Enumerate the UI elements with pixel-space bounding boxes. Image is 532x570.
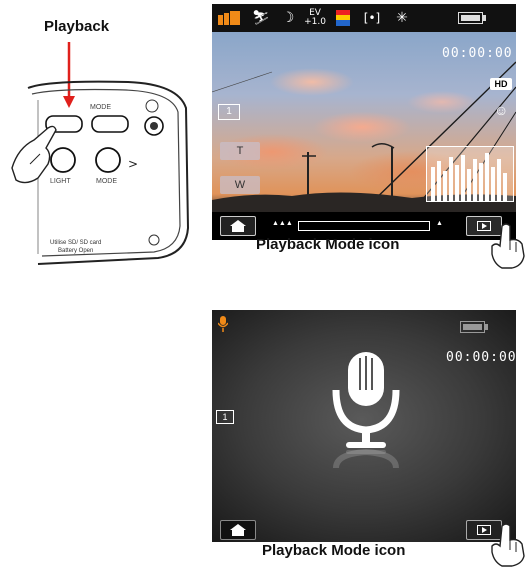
frame-badge-2: 1 xyxy=(216,410,234,424)
home-icon xyxy=(230,524,246,536)
status-bar: ⛷ ☽ EV +1.0 [•] ✳ xyxy=(212,4,516,32)
playback-mode-caption-1: Playback Mode icon xyxy=(256,236,400,253)
metering-icon: [•] xyxy=(363,11,381,25)
ev-icon: EV +1.0 xyxy=(304,9,326,27)
camera-mode-icon xyxy=(218,9,240,27)
svg-text:>: > xyxy=(128,157,138,171)
zoom-tele-button[interactable]: T xyxy=(220,142,260,160)
fine-print-2: Battery Open xyxy=(58,248,94,254)
home-button[interactable] xyxy=(220,216,256,236)
zoom-wide-button[interactable]: W xyxy=(220,176,260,194)
home-button-2[interactable] xyxy=(220,520,256,540)
fine-print-1: Utilise SD/ SD card xyxy=(50,240,102,246)
color-icon xyxy=(336,9,350,27)
zoom-tele-indicator: ▲ xyxy=(436,220,443,227)
light-text: LIGHT xyxy=(50,178,71,185)
histogram-icon xyxy=(426,146,514,202)
audio-mode-icon xyxy=(217,316,229,332)
hand-pointer-icon xyxy=(11,125,57,184)
battery-icon xyxy=(460,320,488,338)
hand-pointer-icon xyxy=(491,523,525,567)
audio-record-screen: 00:00:00 1 xyxy=(212,310,516,542)
light-button[interactable] xyxy=(50,147,76,173)
mode-button[interactable] xyxy=(91,115,129,133)
mode-round-button[interactable] xyxy=(95,147,121,173)
frame-badge-text: 1 xyxy=(226,106,232,117)
record-time-2: 00:00:00 xyxy=(446,350,516,365)
flash-icon: ✳ xyxy=(396,10,408,26)
microphone-icon xyxy=(332,352,400,469)
mode-text-2: MODE xyxy=(96,178,117,185)
playback-mode-caption-2: Playback Mode icon xyxy=(262,542,406,559)
frame-badge-2-text: 1 xyxy=(222,412,228,422)
zoom-slider[interactable] xyxy=(298,221,430,231)
hd-icon: HD xyxy=(490,78,512,90)
record-time: 00:00:00 xyxy=(442,46,513,61)
playback-label: Playback xyxy=(44,18,110,35)
ev-value: +1.0 xyxy=(304,17,326,27)
mode-text: MODE xyxy=(90,104,111,111)
face-detect-icon: ☺ xyxy=(494,102,509,118)
battery-icon xyxy=(458,9,486,27)
zoom-wide-indicator: ▲▲▲ xyxy=(272,220,293,227)
night-icon: ☽ xyxy=(281,10,295,26)
camera-screen-preview: ⛷ ☽ EV +1.0 [•] ✳ 00:00:00 HD ☺ 1 T W ▲▲… xyxy=(212,4,516,240)
frame-badge: 1 xyxy=(218,104,240,120)
scene-icon: ⛷ xyxy=(252,10,270,26)
hand-pointer-icon xyxy=(491,223,525,269)
camera-back-illustration: > xyxy=(11,80,190,265)
home-icon xyxy=(230,220,246,232)
